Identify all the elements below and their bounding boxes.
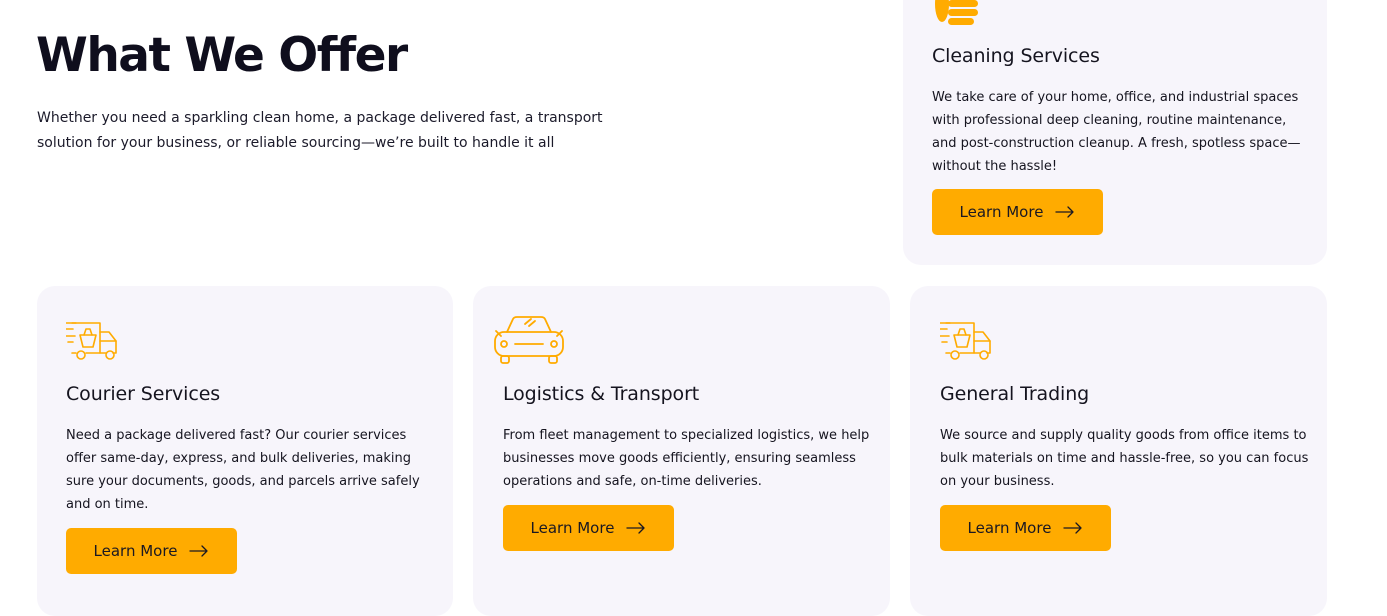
delivery-van-icon (66, 320, 118, 360)
section-heading: What We Offer (36, 28, 408, 83)
service-description: We take care of your home, office, and i… (932, 90, 1301, 174)
arrow-right-icon (626, 522, 646, 534)
learn-more-button[interactable]: Learn More (66, 528, 237, 574)
button-label: Learn More (93, 542, 178, 560)
button-label: Learn More (530, 519, 615, 537)
arrow-right-icon (189, 545, 209, 557)
service-title: Courier Services (66, 383, 221, 405)
arrow-right-icon (1063, 522, 1083, 534)
service-description: Need a package delivered fast? Our couri… (66, 428, 420, 512)
car-icon (493, 314, 565, 366)
button-label: Learn More (967, 519, 1052, 537)
button-label: Learn More (959, 203, 1044, 221)
service-card-courier: Courier Services Need a package delivere… (37, 286, 453, 616)
service-card-logistics: Logistics & Transport From fleet managem… (473, 286, 890, 616)
service-title: General Trading (940, 383, 1090, 405)
learn-more-button[interactable]: Learn More (940, 505, 1111, 551)
learn-more-button[interactable]: Learn More (503, 505, 674, 551)
arrow-right-icon (1055, 206, 1075, 218)
learn-more-button[interactable]: Learn More (932, 189, 1103, 235)
service-card-cleaning: Cleaning Services We take care of your h… (903, 0, 1327, 265)
service-description: From fleet management to specialized log… (503, 428, 870, 489)
delivery-van-icon (940, 320, 992, 360)
service-description: We source and supply quality goods from … (940, 428, 1309, 489)
service-title: Logistics & Transport (503, 383, 700, 405)
service-title: Cleaning Services (932, 45, 1100, 67)
section-intro: Whether you need a sparkling clean home,… (37, 110, 603, 151)
cleaning-hand-icon (932, 0, 982, 30)
service-card-trading: General Trading We source and supply qua… (910, 286, 1327, 616)
